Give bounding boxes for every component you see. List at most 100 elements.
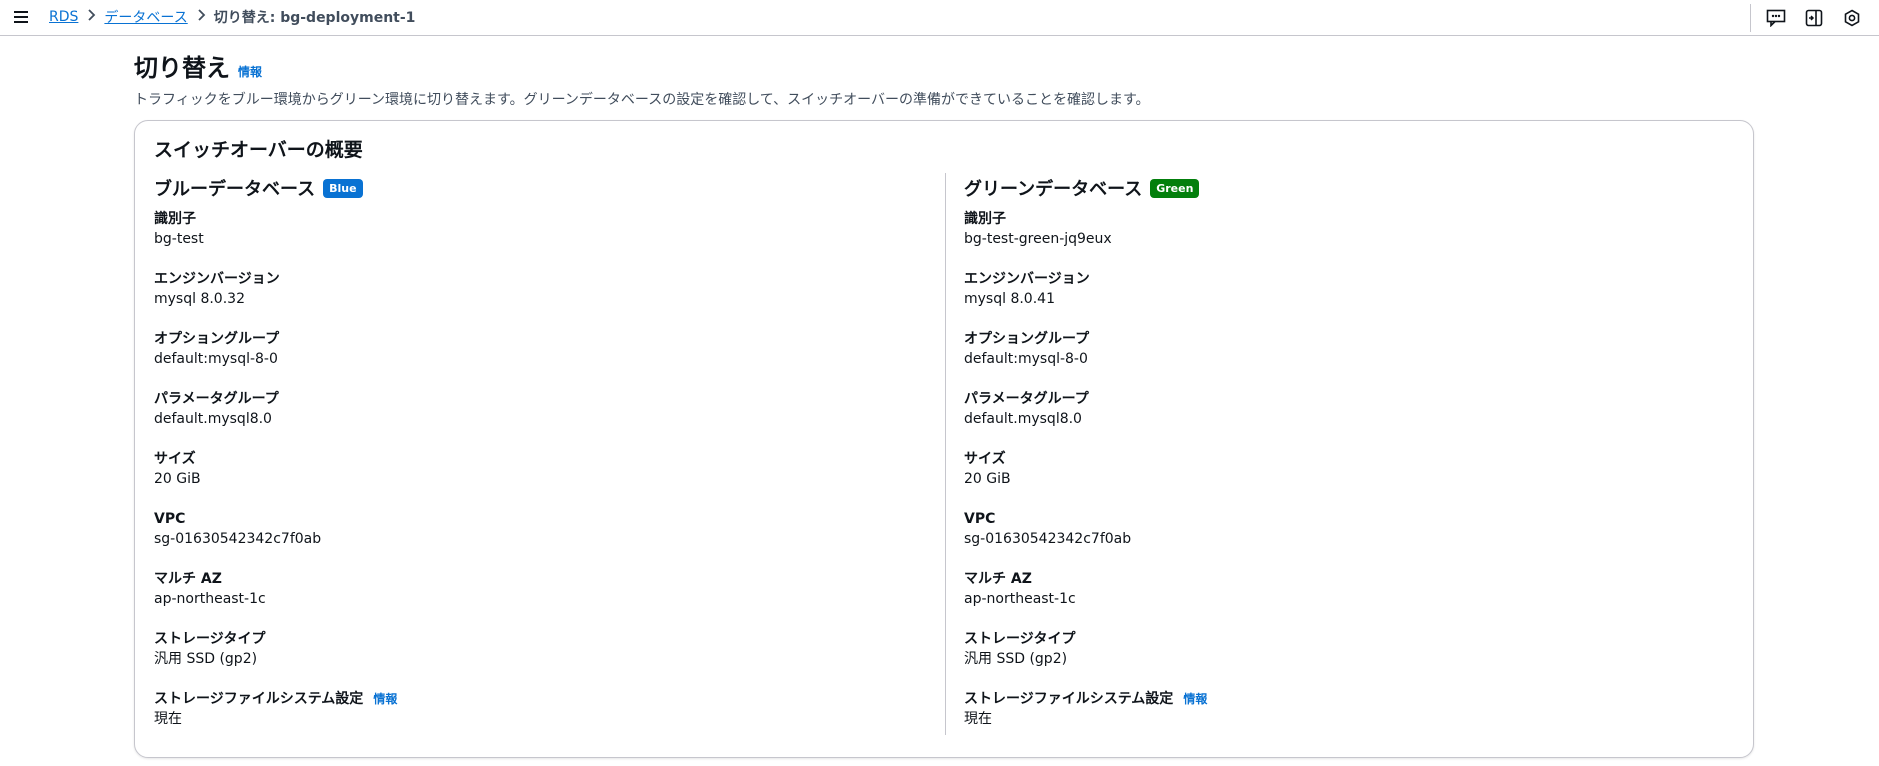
- field-value: default.mysql8.0: [154, 411, 272, 427]
- chevron-right-icon: [78, 9, 104, 25]
- chevron-right-icon: [188, 9, 214, 25]
- column-divider: [945, 173, 946, 735]
- info-link[interactable]: 情報: [1183, 692, 1207, 706]
- field-label: ストレージファイルシステム設定 情報: [964, 689, 1207, 709]
- field-label-text: ストレージタイプ: [964, 631, 1076, 647]
- field-value: 20 GiB: [154, 471, 201, 487]
- divider: [1750, 3, 1751, 32]
- detail-field: ストレージファイルシステム設定 情報現在: [964, 689, 1207, 749]
- field-value: bg-test-green-jq9eux: [964, 231, 1112, 247]
- field-label: パラメータグループ: [154, 389, 397, 409]
- detail-field: VPC sg-01630542342c7f0ab: [154, 509, 397, 569]
- field-label: エンジンバージョン: [154, 269, 397, 289]
- field-label-text: オプショングループ: [154, 331, 280, 347]
- field-label-text: マルチ AZ: [964, 571, 1032, 587]
- field-label: サイズ: [964, 449, 1207, 469]
- field-value: default:mysql-8-0: [964, 351, 1088, 367]
- feedback-icon[interactable]: [1765, 7, 1787, 29]
- field-label-text: 識別子: [154, 211, 196, 227]
- green-database-column: グリーンデータベース Green 識別子 bg-test-green-jq9eux…: [964, 175, 1207, 749]
- field-value: 汎用 SSD (gp2): [964, 651, 1068, 667]
- field-label: マルチ AZ: [964, 569, 1207, 589]
- green-database-heading: グリーンデータベース: [964, 179, 1143, 200]
- page-title: 切り替え: [134, 54, 230, 82]
- menu-icon[interactable]: [11, 8, 31, 26]
- field-label: 識別子: [154, 209, 397, 229]
- blue-database-heading: ブルーデータベース: [154, 179, 316, 200]
- field-label: サイズ: [154, 449, 397, 469]
- detail-field: パラメータグループ default.mysql8.0: [964, 389, 1207, 449]
- field-label: VPC: [154, 509, 397, 529]
- field-label-text: ストレージタイプ: [154, 631, 266, 647]
- field-label-text: パラメータグループ: [964, 391, 1089, 407]
- detail-field: マルチ AZ ap-northeast-1c: [964, 569, 1207, 629]
- field-value: 20 GiB: [964, 471, 1011, 487]
- field-label-text: オプショングループ: [964, 331, 1090, 347]
- field-value: 現在: [964, 711, 992, 727]
- breadcrumb: RDS データベース 切り替え: bg-deployment-1: [49, 7, 415, 27]
- field-label: オプショングループ: [964, 329, 1207, 349]
- field-value: sg-01630542342c7f0ab: [964, 531, 1132, 547]
- breadcrumb-link-databases[interactable]: データベース: [104, 7, 187, 27]
- field-value: mysql 8.0.32: [154, 291, 245, 307]
- field-label: ストレージタイプ: [154, 629, 397, 649]
- field-label-text: エンジンバージョン: [964, 271, 1090, 287]
- field-value: 現在: [154, 711, 182, 727]
- detail-field: オプショングループ default:mysql-8-0: [964, 329, 1207, 389]
- detail-field: 識別子 bg-test: [154, 209, 397, 269]
- field-value: bg-test: [154, 231, 204, 247]
- switchover-summary-container: スイッチオーバーの概要 ブルーデータベース Blue 識別子 bg-test エンジ…: [134, 120, 1754, 758]
- field-label-text: マルチ AZ: [154, 571, 222, 587]
- blue-database-column: ブルーデータベース Blue 識別子 bg-test エンジンバージョン mysql …: [154, 175, 397, 749]
- breadcrumb-link-rds[interactable]: RDS: [49, 9, 78, 25]
- field-label-text: エンジンバージョン: [154, 271, 280, 287]
- detail-field: オプショングループ default:mysql-8-0: [154, 329, 397, 389]
- field-label-text: パラメータグループ: [154, 391, 279, 407]
- topbar-tools: [1750, 0, 1879, 35]
- detail-field: 識別子 bg-test-green-jq9eux: [964, 209, 1207, 269]
- detail-field: ストレージタイプ 汎用 SSD (gp2): [964, 629, 1207, 689]
- detail-field: マルチ AZ ap-northeast-1c: [154, 569, 397, 629]
- field-value: default:mysql-8-0: [154, 351, 278, 367]
- field-value: sg-01630542342c7f0ab: [154, 531, 322, 547]
- field-label-text: ストレージファイルシステム設定: [964, 691, 1174, 707]
- detail-field: エンジンバージョン mysql 8.0.41: [964, 269, 1207, 329]
- detail-field: エンジンバージョン mysql 8.0.32: [154, 269, 397, 329]
- settings-icon[interactable]: [1841, 7, 1863, 29]
- field-label: マルチ AZ: [154, 569, 397, 589]
- blue-fields-list: 識別子 bg-test エンジンバージョン mysql 8.0.32 オプショングループ…: [154, 209, 397, 749]
- detail-field: サイズ 20 GiB: [964, 449, 1207, 509]
- field-value: ap-northeast-1c: [964, 591, 1076, 607]
- field-label-text: VPC: [964, 511, 996, 527]
- field-value: 汎用 SSD (gp2): [154, 651, 258, 667]
- detail-field: パラメータグループ default.mysql8.0: [154, 389, 397, 449]
- field-label: ストレージファイルシステム設定 情報: [154, 689, 397, 709]
- detail-field: VPC sg-01630542342c7f0ab: [964, 509, 1207, 569]
- field-label: VPC: [964, 509, 1207, 529]
- field-label-text: 識別子: [964, 211, 1006, 227]
- field-label: パラメータグループ: [964, 389, 1207, 409]
- field-label-text: サイズ: [154, 451, 196, 467]
- page-description: トラフィックをブルー環境からグリーン環境に切り替えます。グリーンデータベースの設…: [134, 92, 1150, 108]
- page-header: 切り替え 情報 トラフィックをブルー環境からグリーン環境に切り替えます。グリーン…: [134, 48, 1150, 109]
- blue-badge: Blue: [323, 178, 363, 198]
- detail-field: サイズ 20 GiB: [154, 449, 397, 509]
- info-link[interactable]: 情報: [373, 692, 397, 706]
- field-label-text: サイズ: [964, 451, 1006, 467]
- top-navigation-bar: RDS データベース 切り替え: bg-deployment-1: [0, 0, 1879, 36]
- tools-panel-icon[interactable]: [1803, 7, 1825, 29]
- container-title: スイッチオーバーの概要: [154, 139, 363, 161]
- field-label: 識別子: [964, 209, 1207, 229]
- detail-field: ストレージタイプ 汎用 SSD (gp2): [154, 629, 397, 689]
- field-label: オプショングループ: [154, 329, 397, 349]
- field-label: ストレージタイプ: [964, 629, 1207, 649]
- detail-field: ストレージファイルシステム設定 情報現在: [154, 689, 397, 749]
- field-value: mysql 8.0.41: [964, 291, 1055, 307]
- breadcrumb-current: 切り替え: bg-deployment-1: [213, 10, 416, 26]
- field-value: default.mysql8.0: [964, 411, 1082, 427]
- field-value: ap-northeast-1c: [154, 591, 266, 607]
- field-label: エンジンバージョン: [964, 269, 1207, 289]
- field-label-text: VPC: [154, 511, 186, 527]
- info-link[interactable]: 情報: [238, 63, 262, 80]
- green-fields-list: 識別子 bg-test-green-jq9eux エンジンバージョン mysql 8.…: [964, 209, 1207, 749]
